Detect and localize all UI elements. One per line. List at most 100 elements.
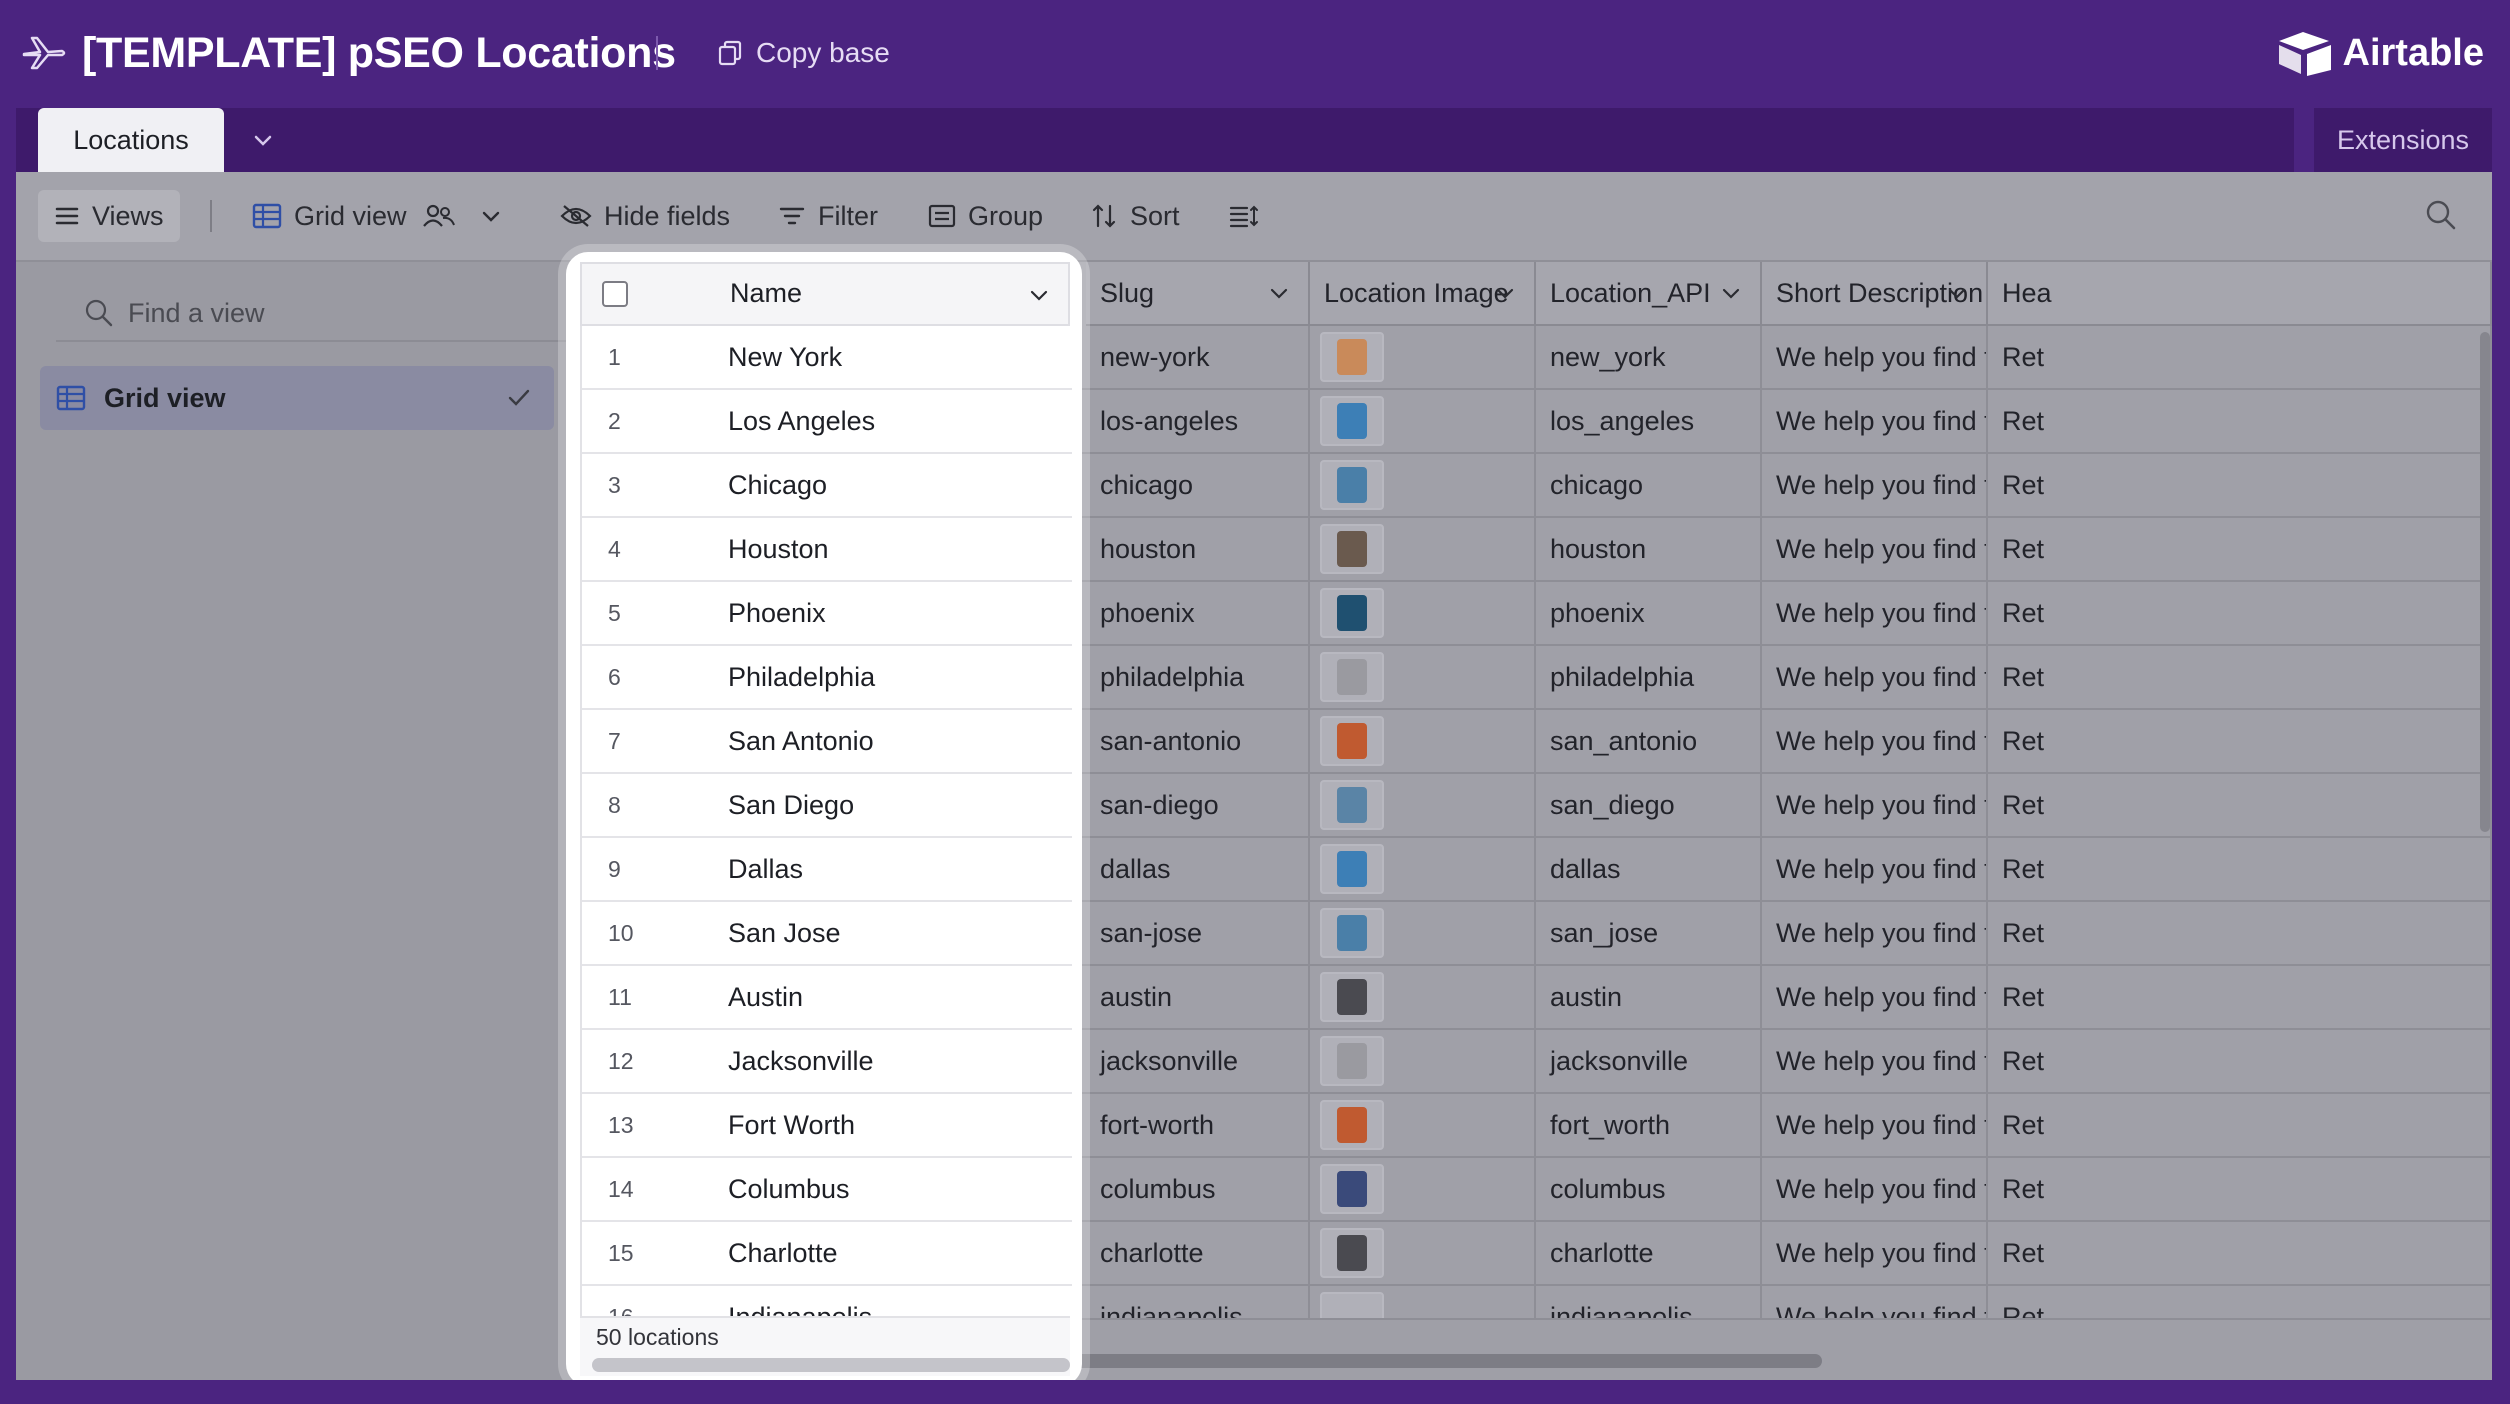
table-row[interactable]: 7 San Antonio [582,710,1072,774]
location-api-cell[interactable]: san_antonio [1536,710,1762,772]
horizontal-scrollbar[interactable] [592,1358,1070,1372]
location-api-cell[interactable]: dallas [1536,838,1762,900]
name-cell[interactable]: San Diego [728,774,854,836]
tab-locations[interactable]: Locations [38,108,224,172]
hide-fields-button[interactable]: Hide fields [560,172,730,260]
short-description-cell[interactable]: We help you find the perf... [1762,326,1988,388]
name-cell[interactable]: New York [728,326,842,388]
location-api-cell[interactable]: san_diego [1536,774,1762,836]
name-cell[interactable]: San Jose [728,902,841,964]
location-image-cell[interactable] [1310,646,1536,708]
slug-cell[interactable]: houston [1086,518,1310,580]
extra-cell[interactable]: Ret [1988,646,2492,708]
name-cell[interactable]: Dallas [728,838,803,900]
extra-cell[interactable]: Ret [1988,1094,2492,1156]
location-api-cell[interactable]: columbus [1536,1158,1762,1220]
short-description-cell[interactable]: We help you find the perf... [1762,454,1988,516]
slug-cell[interactable]: austin [1086,966,1310,1028]
slug-cell[interactable]: san-diego [1086,774,1310,836]
location-api-cell[interactable]: chicago [1536,454,1762,516]
table-row[interactable]: 16 Indianapolis [582,1286,1072,1317]
location-image-thumbnail[interactable] [1320,332,1384,382]
table-row[interactable]: 10 San Jose [582,902,1072,966]
extra-cell[interactable]: Ret [1988,966,2492,1028]
location-image-thumbnail[interactable] [1320,908,1384,958]
slug-cell[interactable]: dallas [1086,838,1310,900]
short-description-cell[interactable]: We help you find the perf... [1762,1094,1988,1156]
location-image-cell[interactable] [1310,838,1536,900]
short-description-cell[interactable]: We help you find the perf... [1762,774,1988,836]
table-row[interactable]: 5 Phoenix [582,582,1072,646]
location-api-cell[interactable]: houston [1536,518,1762,580]
short-description-cell[interactable]: We help you find the perf... [1762,518,1988,580]
location-image-thumbnail[interactable] [1320,1100,1384,1150]
short-description-cell[interactable]: We help you find the perf... [1762,390,1988,452]
table-row[interactable]: 9 Dallas [582,838,1072,902]
column-header-slug[interactable]: Slug [1086,262,1310,326]
short-description-cell[interactable]: We help you find the perf... [1762,966,1988,1028]
short-description-cell[interactable]: We help you find the perf... [1762,1030,1988,1092]
location-api-cell[interactable]: phoenix [1536,582,1762,644]
extensions-button[interactable]: Extensions [2314,108,2492,172]
chevron-down-icon[interactable] [248,128,278,154]
table-row[interactable]: 15 Charlotte [582,1222,1072,1286]
location-image-cell[interactable] [1310,1030,1536,1092]
slug-cell[interactable]: columbus [1086,1158,1310,1220]
extra-cell[interactable]: Ret [1988,1030,2492,1092]
location-image-cell[interactable] [1310,518,1536,580]
name-cell[interactable]: Fort Worth [728,1094,855,1156]
name-cell[interactable]: Chicago [728,454,827,516]
location-image-thumbnail[interactable] [1320,1228,1384,1278]
table-row[interactable]: 6 Philadelphia [582,646,1072,710]
location-image-cell[interactable] [1310,454,1536,516]
location-image-thumbnail[interactable] [1320,460,1384,510]
extra-cell[interactable]: Ret [1988,326,2492,388]
slug-cell[interactable]: chicago [1086,454,1310,516]
column-header-location-api[interactable]: Location_API [1536,262,1762,326]
select-all-checkbox[interactable] [602,281,628,307]
column-header-name[interactable]: Name [580,262,1070,326]
table-row[interactable]: 11 Austin [582,966,1072,1030]
extra-cell[interactable]: Ret [1988,902,2492,964]
name-cell[interactable]: Charlotte [728,1222,838,1284]
table-row[interactable]: 3 Chicago [582,454,1072,518]
location-image-cell[interactable] [1310,1094,1536,1156]
extra-cell[interactable]: Ret [1988,518,2492,580]
name-cell[interactable]: Los Angeles [728,390,875,452]
slug-cell[interactable]: new-york [1086,326,1310,388]
location-image-thumbnail[interactable] [1320,844,1384,894]
views-button[interactable]: Views [38,190,180,242]
extra-cell[interactable]: Ret [1988,454,2492,516]
table-row[interactable]: 13 Fort Worth [582,1094,1072,1158]
search-icon[interactable] [2424,198,2458,232]
table-row[interactable]: 4 Houston [582,518,1072,582]
name-cell[interactable]: Indianapolis [728,1286,872,1317]
extra-cell[interactable]: Ret [1988,1222,2492,1284]
short-description-cell[interactable]: We help you find the perf... [1762,710,1988,772]
location-api-cell[interactable]: charlotte [1536,1222,1762,1284]
table-row[interactable]: 12 Jacksonville [582,1030,1072,1094]
location-api-cell[interactable]: philadelphia [1536,646,1762,708]
column-header-short-description[interactable]: Short Description [1762,262,1988,326]
extra-cell[interactable]: Ret [1988,774,2492,836]
location-api-cell[interactable]: los_angeles [1536,390,1762,452]
slug-cell[interactable]: san-jose [1086,902,1310,964]
table-row[interactable]: 14 Columbus [582,1158,1072,1222]
base-title[interactable]: [TEMPLATE] pSEO Locations [82,24,676,82]
table-row[interactable]: 2 Los Angeles [582,390,1072,454]
slug-cell[interactable]: san-antonio [1086,710,1310,772]
location-api-cell[interactable]: austin [1536,966,1762,1028]
column-header-extra[interactable]: Hea [1988,262,2492,326]
name-cell[interactable]: Columbus [728,1158,850,1220]
name-cell[interactable]: Phoenix [728,582,826,644]
location-image-thumbnail[interactable] [1320,1164,1384,1214]
location-image-cell[interactable] [1310,326,1536,388]
name-cell[interactable]: Philadelphia [728,646,875,708]
slug-cell[interactable]: jacksonville [1086,1030,1310,1092]
location-image-thumbnail[interactable] [1320,524,1384,574]
location-api-cell[interactable]: san_jose [1536,902,1762,964]
slug-cell[interactable]: phoenix [1086,582,1310,644]
slug-cell[interactable]: charlotte [1086,1222,1310,1284]
short-description-cell[interactable]: We help you find the perf... [1762,582,1988,644]
copy-base-button[interactable]: Copy base [716,34,890,72]
